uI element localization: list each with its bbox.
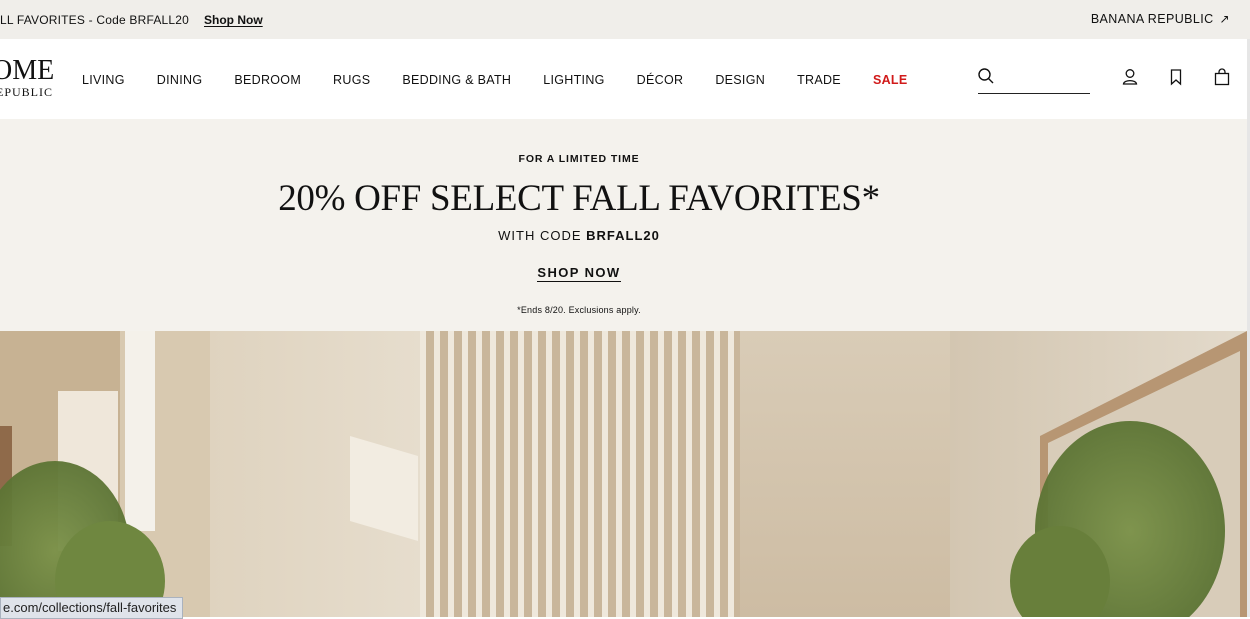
account-icon[interactable] [1121, 68, 1139, 86]
bookmark-icon[interactable] [1167, 68, 1185, 86]
hero-image[interactable] [0, 331, 1247, 617]
nav-link-living[interactable]: LIVING [82, 73, 125, 87]
search-box[interactable] [978, 67, 1090, 94]
site-logo[interactable]: OME EPUBLIC [0, 55, 55, 100]
search-icon[interactable] [978, 68, 994, 84]
logo-line-2: EPUBLIC [0, 85, 54, 99]
fine-print: *Ends 8/20. Exclusions apply. [517, 305, 641, 315]
external-arrow-icon: ↗ [1219, 12, 1230, 26]
status-bar-url: e.com/collections/fall-favorites [0, 597, 184, 619]
hero-eyebrow: FOR A LIMITED TIME [518, 153, 640, 165]
main-nav: OME EPUBLIC LIVING DINING BEDROOM RUGS B… [0, 39, 1250, 119]
hero-headline: 20% OFF SELECT FALL FAVORITES* [278, 178, 880, 219]
search-input[interactable] [1000, 67, 1090, 91]
banana-republic-link[interactable]: BANANA REPUBLIC ↗ [1091, 12, 1230, 26]
nav-link-decor[interactable]: DÉCOR [637, 73, 684, 87]
hero-promo: FOR A LIMITED TIME 20% OFF SELECT FALL F… [0, 119, 1250, 331]
nav-link-dining[interactable]: DINING [157, 73, 203, 87]
hero-code-line: WITH CODE BRFALL20 [0, 228, 1158, 243]
code-prefix: WITH CODE [498, 228, 582, 243]
nav-link-sale[interactable]: SALE [873, 73, 908, 87]
bag-icon[interactable] [1213, 68, 1231, 86]
nav-link-bedroom[interactable]: BEDROOM [234, 73, 301, 87]
interior-scene-image [0, 331, 1247, 617]
banana-republic-label: BANANA REPUBLIC [1090, 12, 1214, 26]
category-links: LIVING DINING BEDROOM RUGS BEDDING & BAT… [82, 73, 939, 87]
logo-line-1: OME [0, 55, 55, 86]
nav-link-rugs[interactable]: RUGS [333, 73, 370, 87]
announcement-bar: LL FAVORITES - Code BRFALL20 Shop Now BA… [0, 0, 1250, 39]
hero-cta: SHOP NOW [0, 265, 1158, 282]
promo-shop-now-link[interactable]: Shop Now [204, 13, 263, 27]
nav-link-bedding-bath[interactable]: BEDDING & BATH [402, 73, 511, 87]
nav-link-lighting[interactable]: LIGHTING [543, 73, 604, 87]
promo-code: BRFALL20 [586, 228, 660, 243]
nav-link-design[interactable]: DESIGN [715, 73, 765, 87]
shop-now-button[interactable]: SHOP NOW [537, 265, 621, 282]
promo-text: LL FAVORITES - Code BRFALL20 [0, 13, 190, 27]
nav-link-trade[interactable]: TRADE [797, 73, 841, 87]
